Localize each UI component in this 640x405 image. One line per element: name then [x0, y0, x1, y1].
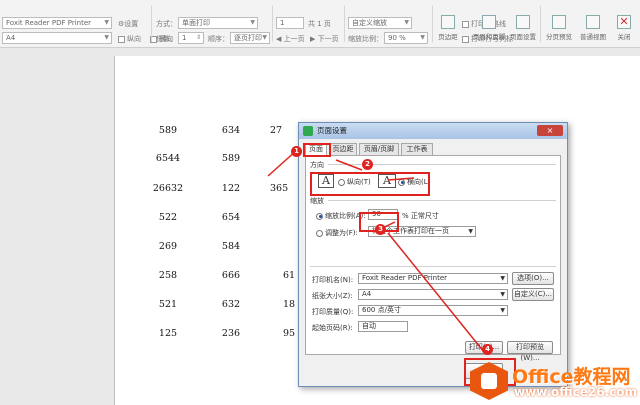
- office-logo-icon: [470, 362, 508, 400]
- step-badge: 4: [482, 344, 493, 355]
- step-badge: 2: [362, 159, 373, 170]
- annotation-arrows: [267, 149, 485, 353]
- step-badge: 3: [375, 224, 386, 235]
- watermark: Office教程网 www.office26.com: [470, 360, 638, 404]
- step-badge: 1: [291, 146, 302, 157]
- arrow-line: [387, 177, 415, 181]
- arrow-line: [387, 232, 485, 353]
- arrow-line: [335, 159, 363, 171]
- watermark-url: www.office26.com: [514, 385, 638, 399]
